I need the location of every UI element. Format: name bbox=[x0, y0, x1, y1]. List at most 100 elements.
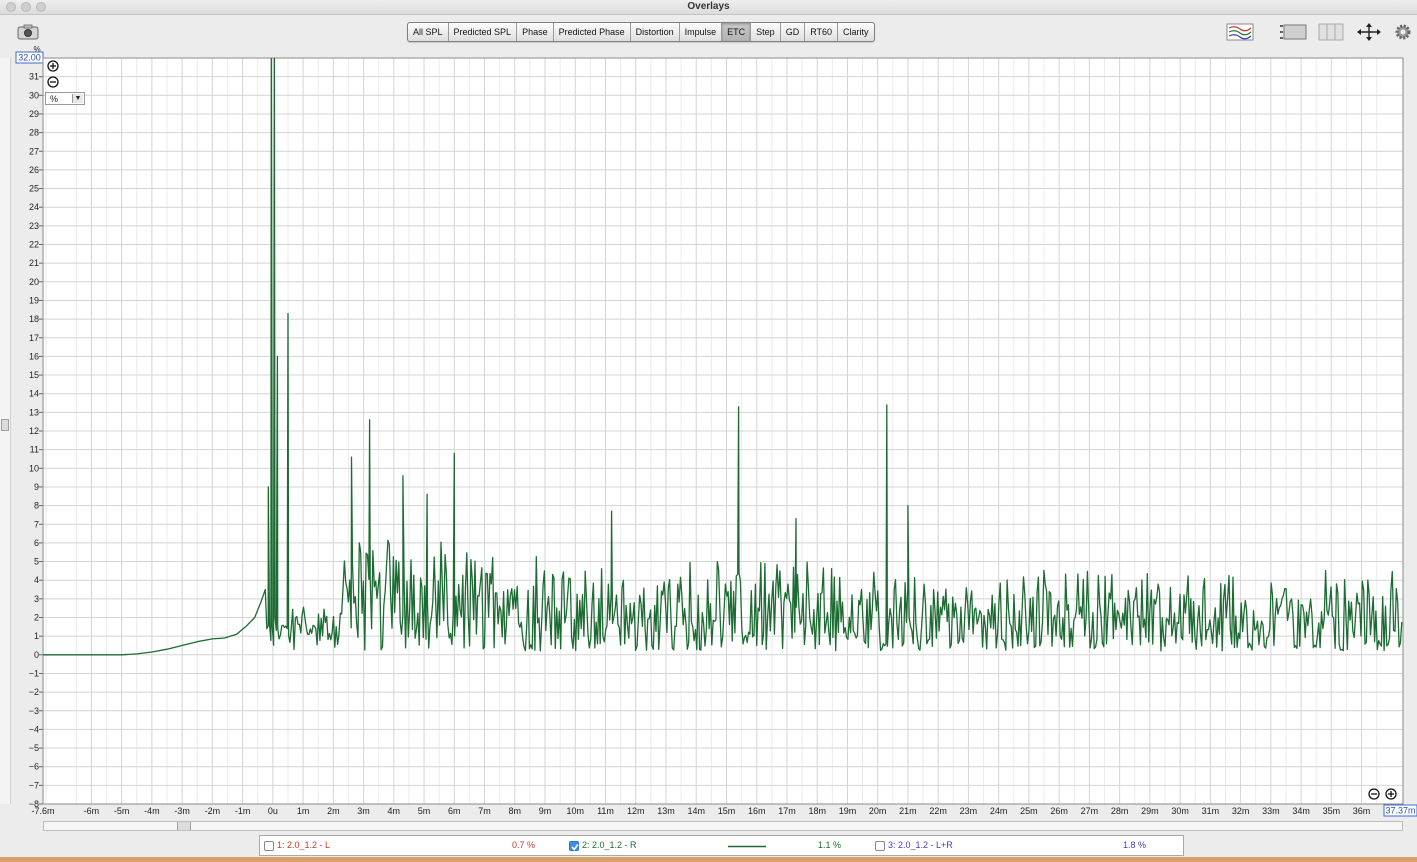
x-tick-label: 1m bbox=[297, 806, 310, 816]
y-tick-label: 24 bbox=[29, 202, 39, 212]
y-tick-label: 6 bbox=[34, 538, 39, 548]
x-tick-label: 3m bbox=[357, 806, 370, 816]
chevron-down-icon: ▼ bbox=[72, 94, 83, 103]
y-tick-label: −4 bbox=[29, 724, 39, 734]
x-tick-label: 11m bbox=[597, 806, 614, 816]
x-tick-label: 33m bbox=[1262, 806, 1280, 816]
x-tick-label: -2m bbox=[205, 806, 221, 816]
x-tick-label: 7m bbox=[478, 806, 491, 816]
legend-line-sample-2 bbox=[728, 845, 766, 848]
x-tick-label: 30m bbox=[1171, 806, 1189, 816]
x-tick-label: 20m bbox=[869, 806, 887, 816]
x-tick-label: 6m bbox=[448, 806, 461, 816]
x-tick-label: 17m bbox=[778, 806, 796, 816]
x-tick-label: -6m bbox=[84, 806, 100, 816]
x-tick-label: 4m bbox=[388, 806, 401, 816]
y-zoom-in-icon[interactable] bbox=[47, 60, 59, 72]
y-tick-label: 7 bbox=[34, 519, 39, 529]
y-tick-label: 20 bbox=[29, 277, 39, 287]
y-tick-label: −6 bbox=[29, 762, 39, 772]
y-unit-select[interactable]: % ▼ bbox=[45, 92, 85, 105]
y-tick-label: −3 bbox=[29, 706, 39, 716]
legend-value-3: 1.8 % bbox=[1123, 840, 1147, 850]
x-tick-label: 22m bbox=[929, 806, 947, 816]
legend-label-1: 1: 2.0_1.2 - L bbox=[277, 840, 331, 850]
y-tick-label: 2 bbox=[34, 613, 39, 623]
y-tick-label: −5 bbox=[29, 743, 39, 753]
y-tick-label: 25 bbox=[29, 184, 39, 194]
legend-label-3: 3: 2.0_1.2 - L+R bbox=[888, 840, 953, 850]
y-tick-label: −1 bbox=[29, 668, 39, 678]
x-tick-label: 12m bbox=[627, 806, 645, 816]
legend-label-2: 2: 2.0_1.2 - R bbox=[582, 840, 637, 850]
y-tick-label: 4 bbox=[34, 575, 39, 585]
x-tick-label: -1m bbox=[235, 806, 251, 816]
x-tick-label: 23m bbox=[960, 806, 978, 816]
horizontal-scroll-thumb[interactable] bbox=[177, 822, 191, 830]
x-tick-label: -4m bbox=[144, 806, 160, 816]
y-tick-label: 30 bbox=[29, 90, 39, 100]
x-tick-label: 27m bbox=[1081, 806, 1099, 816]
x-tick-label: 36m bbox=[1353, 806, 1371, 816]
y-tick-label: 23 bbox=[29, 221, 39, 231]
x-tick-label: 9m bbox=[539, 806, 552, 816]
y-zoom-out-icon[interactable] bbox=[47, 76, 59, 88]
y-tick-label: 11 bbox=[30, 445, 39, 455]
x-tick-label: 24m bbox=[990, 806, 1008, 816]
x-tick-label: 0u bbox=[268, 806, 278, 816]
x-tick-label: 14m bbox=[687, 806, 705, 816]
x-tick-label: 28m bbox=[1111, 806, 1129, 816]
x-tick-label: 8m bbox=[509, 806, 522, 816]
horizontal-scrollbar[interactable] bbox=[43, 821, 1403, 831]
x-tick-label: 16m bbox=[748, 806, 766, 816]
y-tick-label: −8 bbox=[29, 799, 39, 809]
x-tick-label: 31m bbox=[1202, 806, 1220, 816]
y-tick-label: 19 bbox=[29, 295, 39, 305]
x-tick-label: 25m bbox=[1020, 806, 1038, 816]
etc-plot[interactable]: -6m -5m -4m -3m -2m -1m 0u 1m 2m 3m 4m 5m 6m 7m 8m 9m 10… bbox=[0, 0, 1417, 820]
x-max-readout[interactable]: 37.37m bbox=[1385, 806, 1415, 816]
x-zoom-out-icon[interactable] bbox=[1368, 788, 1380, 800]
y-tick-label: 31 bbox=[29, 72, 39, 82]
legend-checkbox-2[interactable] bbox=[569, 841, 579, 851]
legend-checkbox-3[interactable] bbox=[875, 841, 885, 851]
y-tick-label: 16 bbox=[29, 351, 39, 361]
y-tick-label: −2 bbox=[29, 687, 39, 697]
y-tick-label: 14 bbox=[29, 389, 39, 399]
y-tick-label: 29 bbox=[29, 109, 39, 119]
y-tick-label: 26 bbox=[29, 165, 39, 175]
y-tick-label: 22 bbox=[29, 240, 39, 250]
x-zoom-in-icon[interactable] bbox=[1385, 788, 1397, 800]
x-tick-label: -3m bbox=[174, 806, 190, 816]
y-tick-label: 8 bbox=[34, 501, 39, 511]
y-tick-label: 21 bbox=[29, 258, 39, 268]
y-tick-label: 10 bbox=[29, 463, 39, 473]
x-tick-label: 10m bbox=[567, 806, 585, 816]
y-tick-label: 13 bbox=[29, 407, 39, 417]
x-tick-label: 19m bbox=[839, 806, 857, 816]
legend-checkbox-1[interactable] bbox=[264, 841, 274, 851]
y-tick-label: −7 bbox=[29, 780, 39, 790]
x-tick-label: 15m bbox=[718, 806, 736, 816]
y-tick-label: 12 bbox=[29, 426, 39, 436]
check-icon bbox=[571, 844, 579, 851]
x-tick-label: 5m bbox=[418, 806, 431, 816]
x-tick-label: 32m bbox=[1232, 806, 1250, 816]
y-tick-label: 5 bbox=[34, 557, 39, 567]
x-tick-label: -5m bbox=[114, 806, 130, 816]
x-tick-label: 2m bbox=[327, 806, 340, 816]
x-tick-label: 18m bbox=[808, 806, 826, 816]
x-tick-label: 34m bbox=[1292, 806, 1310, 816]
y-tick-label: 9 bbox=[34, 482, 39, 492]
legend: 1: 2.0_1.2 - L 0.7 % 2: 2.0_1.2 - R 1.1 … bbox=[259, 835, 1184, 856]
y-tick-label: 28 bbox=[29, 128, 39, 138]
legend-value-2: 1.1 % bbox=[818, 840, 842, 850]
y-tick-label: 0 bbox=[34, 650, 39, 660]
y-tick-label: 27 bbox=[29, 146, 39, 156]
legend-value-1: 0.7 % bbox=[512, 840, 536, 850]
window-bottom-edge bbox=[0, 857, 1417, 862]
x-tick-label: 35m bbox=[1323, 806, 1341, 816]
x-tick-label: 21m bbox=[899, 806, 917, 816]
x-tick-label: 29m bbox=[1141, 806, 1159, 816]
y-max-readout[interactable]: 32.00 bbox=[18, 53, 41, 63]
